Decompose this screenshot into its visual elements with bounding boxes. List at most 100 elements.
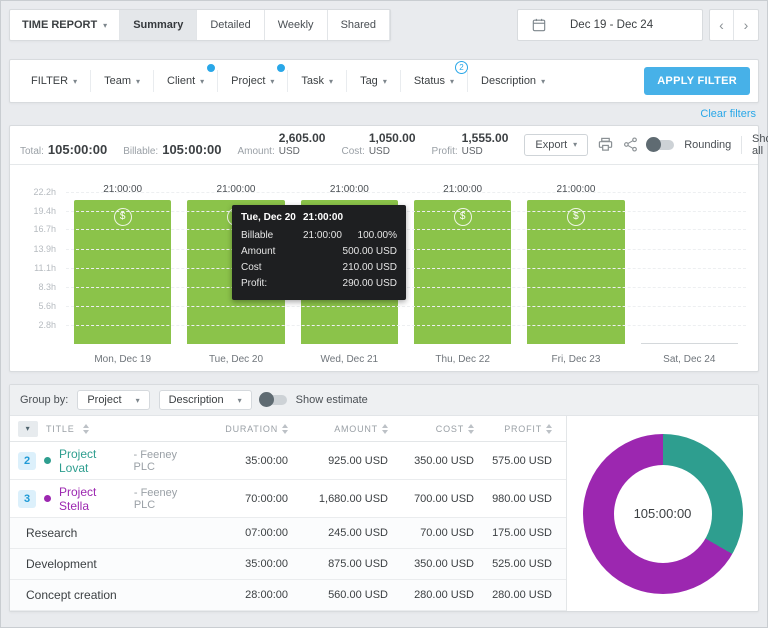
x-axis-label: Wed, Dec 21 [320,354,379,366]
group-by-bar: Group by: Project ▾ Description ▾ Show e… [10,385,758,417]
column-header-duration[interactable]: DURATION [198,423,288,434]
stat-total: Total: 105:00:00 [20,142,107,157]
next-period-button[interactable]: › [734,10,758,40]
cell-title: 2 Project Lovat - Feeney PLC [10,447,198,475]
chart-bar[interactable]: $ [413,199,512,345]
y-axis-tick: 13.9h [33,243,56,254]
donut-chart[interactable]: 105:00:00 [582,433,743,594]
date-range-picker[interactable]: Dec 19 - Dec 24 [517,9,703,41]
tab-detailed[interactable]: Detailed [197,10,265,40]
table-row[interactable]: Concept creation 28:00:00 560.00 USD 280.00… [10,580,566,612]
stat-amount-label: Amount: [237,146,275,158]
show-estimate-toggle[interactable] [258,392,287,408]
bar-value-label: 21:00:00 [103,183,143,195]
filter-label: Tag [360,75,378,87]
tooltip-row-value: 210.00 USD [342,262,397,274]
filter-active-badge [276,63,287,73]
column-header-amount[interactable]: AMOUNT [288,423,388,434]
clear-filters-link[interactable]: Clear filters [700,108,756,120]
project-link[interactable]: Project Lovat [59,447,126,475]
stat-cost-currency: USD [368,145,390,157]
results-card: Group by: Project ▾ Description ▾ Show e… [9,384,759,613]
table-row[interactable]: 3 Project Stella - Feeney PLC 70:00:00 1,680… [10,480,566,519]
chevron-down-icon: ▾ [73,76,78,86]
cell-cost: 350.00 USD [414,558,474,571]
apply-filter-button[interactable]: APPLY FILTER [644,67,750,95]
show-all-dropdown[interactable]: Show all ▾ [752,133,768,157]
print-button[interactable] [598,137,613,152]
filter-filter[interactable]: FILTER ▾ [18,70,90,92]
bar-chart: 21:00:00$Mon, Dec 1921:00:00$Tue, Dec 20… [14,169,750,371]
stat-cost-label: Cost: [341,146,365,158]
table-row[interactable]: Development 35:00:00 875.00 USD 350.00 USD 5… [10,549,566,581]
filter-description[interactable]: Description ▾ [467,70,558,92]
filter-project[interactable]: Project ▾ [217,63,287,92]
column-title-text: PROFIT [504,423,542,434]
gridline [66,191,746,193]
filter-active-badge [206,63,217,73]
chevron-down-icon: ▾ [200,76,205,86]
sort-icon[interactable] [82,423,89,434]
export-button[interactable]: Export ▾ [524,133,589,156]
chart-tooltip: Tue, Dec 20 21:00:00 Billable 21:00:00 100… [232,205,406,301]
filter-label: Description [481,75,537,87]
chart-bar[interactable]: $ [73,199,172,345]
expand-all-chevron-icon[interactable]: ▾ [18,420,38,437]
stat-total-label: Total: [20,146,44,158]
client-name: - Feeney PLC [133,486,178,511]
group-title: Concept creation [26,588,117,603]
filter-task[interactable]: Task ▾ [287,70,346,92]
bar-value-label: 21:00:00 [443,183,483,195]
table-row[interactable]: 2 Project Lovat - Feeney PLC 35:00:00 925.00… [10,442,566,481]
stat-billable-value: 105:00:00 [162,142,222,158]
chevron-down-icon: ▾ [541,76,546,86]
time-report-page: TIME REPORT ▾ Summary Detailed Weekly Share… [0,0,768,628]
x-axis-label: Sat, Dec 24 [663,354,716,366]
cell-profit: 575.00 USD [492,454,552,467]
tooltip-row-label: Billable [241,230,274,242]
stat-profit: Profit: 1,555.00 USD [432,131,509,157]
chart-day-slot: 21:00:00 $ Mon, Dec 19 [66,179,179,365]
group-by-select-description[interactable]: Description ▾ [158,390,252,411]
filter-status[interactable]: Status ▾ 2 [399,61,469,92]
column-title-text: DURATION [225,423,278,434]
x-axis-label: Thu, Dec 22 [435,354,490,366]
filter-team[interactable]: Team ▾ [90,70,153,92]
gridline [66,210,746,212]
prev-period-button[interactable]: ‹ [710,10,734,40]
cell-profit: 980.00 USD [492,492,552,505]
cell-duration: 70:00:00 [245,492,288,505]
donut-panel: 105:00:00 [566,416,758,612]
column-header-profit[interactable]: PROFIT [474,423,566,434]
group-by-select-project[interactable]: Project ▾ [77,390,150,411]
report-type-dropdown[interactable]: TIME REPORT ▾ [10,10,121,40]
bar-value-label: 21:00:00 [216,183,256,195]
tab-summary[interactable]: Summary [120,10,198,40]
chart-day-slot: 21:00:00 $ Thu, Dec 22 [406,179,519,365]
tab-shared[interactable]: Shared [328,10,391,40]
share-button[interactable] [623,137,638,152]
rounding-toggle[interactable] [646,136,675,152]
cell-amount: 1,680.00 USD [318,492,388,505]
chevron-down-icon: ▾ [135,395,140,405]
project-color-dot [44,457,51,465]
stat-total-value: 105:00:00 [47,142,108,158]
cell-title: 3 Project Stella - Feeney PLC [10,485,198,513]
tab-weekly[interactable]: Weekly [265,10,328,40]
show-all-label: Show all [752,132,768,157]
date-controls: Dec 19 - Dec 24 ‹ › [517,9,759,41]
tooltip-row: Profit: 290.00 USD [241,276,397,292]
project-link[interactable]: Project Stella [59,485,126,513]
project-color-dot [44,495,51,503]
sort-icon[interactable] [546,423,552,434]
x-axis-label: Mon, Dec 19 [94,354,152,366]
chart-bar[interactable]: $ [527,199,625,345]
cell-title: Concept creation [10,588,198,602]
filter-label: Team [104,75,131,87]
filter-client[interactable]: Client ▾ [153,63,217,92]
table-row[interactable]: Research 07:00:00 245.00 USD 70.00 USD 175.0… [10,518,566,550]
column-header-title[interactable]: ▾ TITLE [10,420,198,437]
filter-tag[interactable]: Tag ▾ [346,70,400,92]
column-header-cost[interactable]: COST [388,423,474,434]
stat-cost-number: 1,050.00 [368,131,416,145]
